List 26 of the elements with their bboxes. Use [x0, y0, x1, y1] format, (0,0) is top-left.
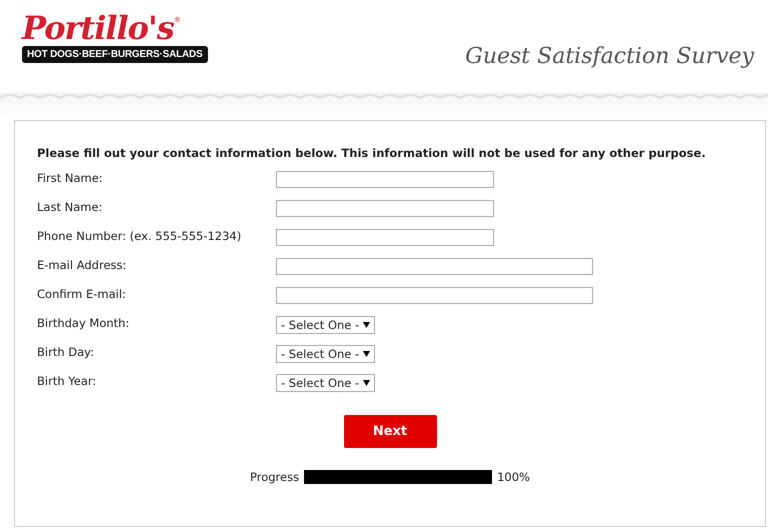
field-label: Phone Number: (ex. 555-555-1234) — [37, 229, 242, 243]
input-field[interactable] — [276, 171, 494, 188]
progress-label: Progress — [250, 470, 300, 484]
field-label: E-mail Address: — [37, 258, 128, 272]
caret-icon — [363, 380, 370, 386]
field-label: Birth Day: — [37, 345, 96, 359]
input-field[interactable] — [276, 229, 494, 246]
logo-tagline: HOT DOGS·BEEF·BURGERS·SALADS — [22, 46, 208, 63]
logo-wordmark: Portillo's — [22, 10, 174, 46]
field-label: Birth Year: — [37, 374, 98, 388]
select-dropdown[interactable]: - Select One - — [276, 316, 376, 334]
caret-icon — [363, 322, 370, 328]
field-label: Last Name: — [37, 200, 104, 214]
select-dropdown[interactable]: - Select One - — [276, 345, 376, 363]
intro-text: Please fill out your contact information below. This information will not be used for any other purpose. — [37, 146, 707, 160]
field-label: First Name: — [37, 171, 104, 185]
input-field[interactable] — [276, 258, 593, 275]
input-field[interactable] — [276, 200, 494, 217]
next-button[interactable]: Next — [344, 415, 436, 448]
select-dropdown[interactable]: - Select One - — [276, 374, 376, 392]
field-label: Birthday Month: — [37, 316, 130, 330]
caret-icon — [363, 351, 370, 357]
page-title: Guest Satisfaction Survey — [465, 44, 754, 69]
input-field[interactable] — [276, 287, 593, 304]
progress-reading: 100% — [497, 470, 530, 484]
field-label: Confirm E-mail: — [37, 287, 127, 301]
